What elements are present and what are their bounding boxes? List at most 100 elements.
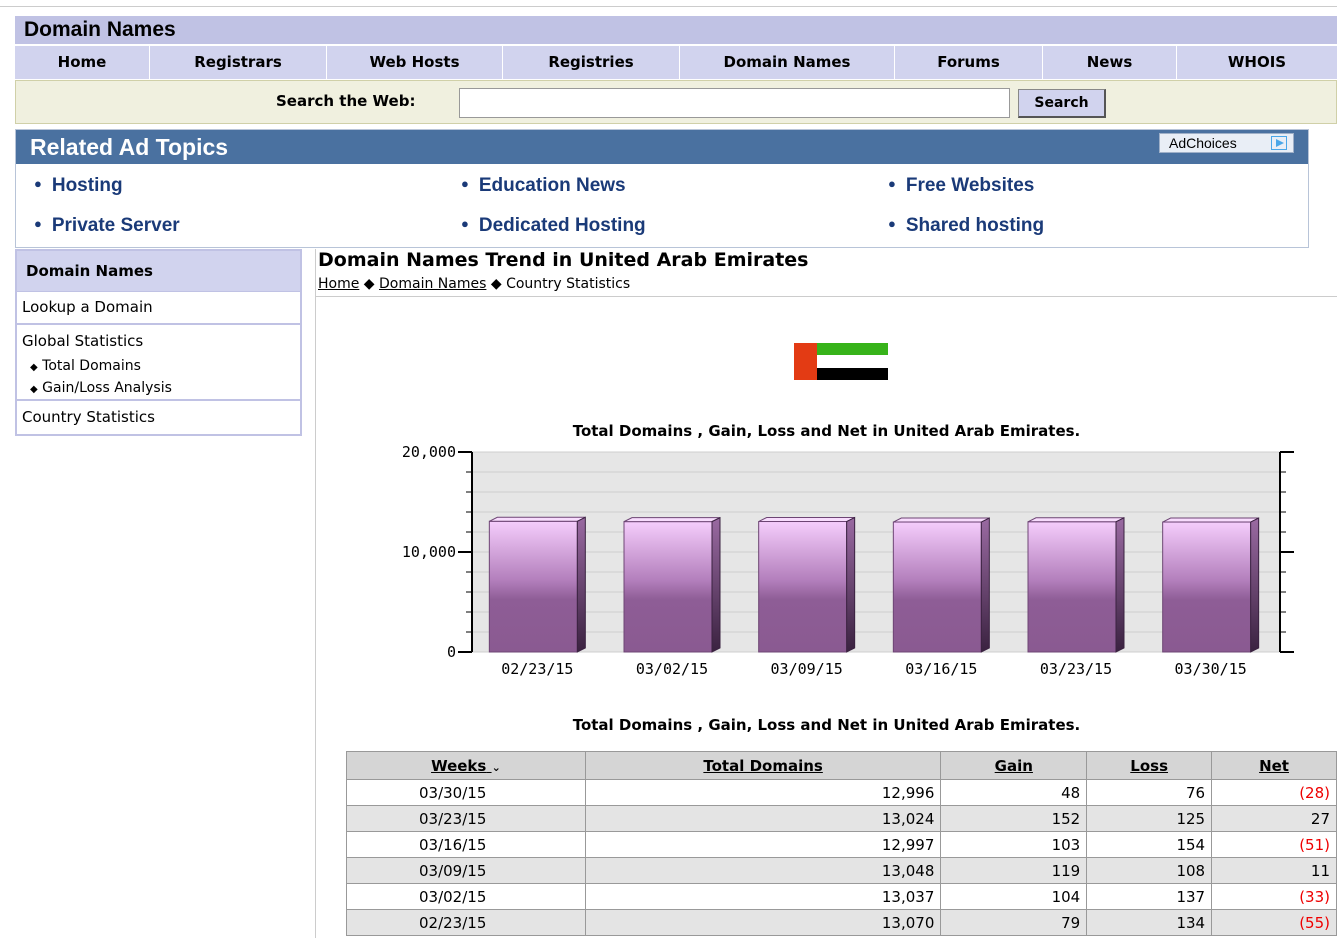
cell-week: 03/16/15 bbox=[346, 831, 586, 858]
nav-whois[interactable]: WHOIS bbox=[1177, 46, 1337, 79]
th-total-domains[interactable]: Total Domains bbox=[584, 751, 942, 780]
ad-link-shared-hosting[interactable]: ● Shared hosting bbox=[888, 215, 1044, 237]
bullet-icon: ● bbox=[888, 176, 896, 191]
table-title: Total Domains , Gain, Loss and Net in Un… bbox=[572, 716, 1081, 734]
ad-link-education-news[interactable]: ● Education News bbox=[461, 175, 626, 197]
table-row: 03/16/15 12,997 103 154 (51) bbox=[346, 831, 1337, 858]
bar-top bbox=[489, 516, 586, 522]
ad-link-hosting[interactable]: ● Hosting bbox=[34, 175, 123, 197]
cell-loss: 137 bbox=[1086, 883, 1213, 910]
ad-link-label: Dedicated Hosting bbox=[478, 215, 646, 236]
nav-news[interactable]: News bbox=[1043, 46, 1177, 79]
nav-registries[interactable]: Registries bbox=[503, 46, 680, 79]
adchoices-button[interactable]: AdChoices bbox=[1159, 133, 1294, 153]
domains-table: Weeks ⌄ Total Domains Gain Loss Net 03/3… bbox=[346, 751, 1337, 936]
ad-topics-box: Related Ad Topics AdChoices ● Hosting ● Ed… bbox=[15, 129, 1309, 248]
diamond-bullet-icon: ◆ bbox=[30, 362, 38, 373]
sidebar-item-global-statistics[interactable]: Global Statistics bbox=[22, 331, 300, 351]
table-row: 03/23/15 13,024 152 125 27 bbox=[346, 805, 1337, 832]
th-weeks[interactable]: Weeks ⌄ bbox=[346, 751, 586, 780]
table-row: 03/02/15 13,037 104 137 (33) bbox=[346, 883, 1337, 910]
bar bbox=[892, 521, 982, 653]
nav-domain-names[interactable]: Domain Names bbox=[680, 46, 895, 79]
cell-gain: 48 bbox=[940, 779, 1088, 806]
nav-web-hosts[interactable]: Web Hosts bbox=[327, 46, 503, 79]
search-button[interactable]: Search bbox=[1018, 89, 1106, 118]
bar bbox=[758, 521, 848, 653]
sidebar-subitem-label: Gain/Loss Analysis bbox=[42, 380, 172, 396]
sidebar-subitem-total-domains[interactable]: ◆ Total Domains bbox=[22, 356, 300, 378]
th-loss[interactable]: Loss bbox=[1086, 751, 1213, 780]
ad-topics-header: Related Ad Topics AdChoices bbox=[16, 130, 1308, 164]
sidebar-subitem-label: Total Domains bbox=[42, 358, 141, 374]
bar-side bbox=[1250, 517, 1260, 653]
nav-registrars[interactable]: Registrars bbox=[150, 46, 327, 79]
table-row: 03/09/15 13,048 119 108 11 bbox=[346, 857, 1337, 884]
breadcrumb-domain-names[interactable]: Domain Names bbox=[379, 276, 486, 292]
top-divider bbox=[0, 6, 1337, 7]
cell-net: (33) bbox=[1211, 883, 1337, 910]
sidebar-item-country-statistics[interactable]: Country Statistics bbox=[17, 401, 300, 434]
cell-total: 13,024 bbox=[584, 805, 942, 832]
bar-chart: 20,000 10,000 0 02/23/15 03/02/15 03/09/15 03/… bbox=[402, 443, 1294, 678]
breadcrumb-separator-icon: ◆ bbox=[363, 276, 375, 292]
bar-side bbox=[711, 516, 721, 653]
th-net[interactable]: Net bbox=[1211, 751, 1337, 780]
diamond-bullet-icon: ◆ bbox=[30, 384, 38, 395]
nav-home[interactable]: Home bbox=[15, 46, 150, 79]
cell-loss: 125 bbox=[1086, 805, 1213, 832]
bar bbox=[488, 520, 578, 653]
y-tick-label: 10,000 bbox=[402, 543, 456, 561]
adchoices-icon bbox=[1271, 136, 1287, 150]
sidebar-section-global: Global Statistics ◆ Total Domains ◆ Gain… bbox=[17, 325, 300, 401]
cell-net: 11 bbox=[1211, 857, 1337, 884]
sidebar: Domain Names Lookup a Domain Global Stat… bbox=[15, 249, 302, 436]
cell-gain: 103 bbox=[940, 831, 1088, 858]
cell-net: (55) bbox=[1211, 909, 1337, 936]
x-tick-label: 03/02/15 bbox=[636, 660, 708, 678]
ad-topics-title: Related Ad Topics bbox=[30, 134, 229, 160]
sidebar-title: Domain Names bbox=[17, 251, 300, 292]
cell-loss: 154 bbox=[1086, 831, 1213, 858]
table-header-row: Weeks ⌄ Total Domains Gain Loss Net bbox=[346, 751, 1337, 780]
th-gain[interactable]: Gain bbox=[940, 751, 1088, 780]
x-tick-label: 03/30/15 bbox=[1175, 660, 1247, 678]
breadcrumb: Home ◆ Domain Names ◆ Country Statistics bbox=[318, 276, 630, 292]
y-tick-label: 0 bbox=[447, 643, 456, 661]
breadcrumb-separator-icon: ◆ bbox=[490, 276, 502, 292]
page-title: Domain Names Trend in United Arab Emirat… bbox=[318, 249, 809, 271]
breadcrumb-current: Country Statistics bbox=[506, 276, 631, 292]
ad-link-free-websites[interactable]: ● Free Websites bbox=[888, 175, 1034, 197]
bar-side bbox=[576, 516, 586, 653]
adchoices-label: AdChoices bbox=[1169, 135, 1237, 151]
nav-forums[interactable]: Forums bbox=[895, 46, 1043, 79]
cell-total: 13,048 bbox=[584, 857, 942, 884]
bullet-icon: ● bbox=[34, 216, 42, 231]
search-input[interactable] bbox=[459, 88, 1010, 118]
site-header: Domain Names bbox=[15, 16, 1337, 44]
cell-total: 13,037 bbox=[584, 883, 942, 910]
ad-link-dedicated-hosting[interactable]: ● Dedicated Hosting bbox=[461, 215, 646, 237]
breadcrumb-home[interactable]: Home bbox=[318, 276, 359, 292]
cell-gain: 104 bbox=[940, 883, 1088, 910]
th-label: Weeks bbox=[431, 756, 487, 775]
bar bbox=[1162, 521, 1252, 653]
sidebar-item-lookup[interactable]: Lookup a Domain bbox=[17, 292, 300, 325]
cell-loss: 134 bbox=[1086, 909, 1213, 936]
sidebar-subitem-gain-loss[interactable]: ◆ Gain/Loss Analysis bbox=[22, 378, 300, 400]
cell-net: (51) bbox=[1211, 831, 1337, 858]
bullet-icon: ● bbox=[888, 216, 896, 231]
table-row: 02/23/15 13,070 79 134 (55) bbox=[346, 909, 1337, 936]
cell-total: 12,997 bbox=[584, 831, 942, 858]
cell-gain: 119 bbox=[940, 857, 1088, 884]
x-tick-label: 03/23/15 bbox=[1040, 660, 1112, 678]
bar-top bbox=[1162, 517, 1259, 523]
ad-link-label: Shared hosting bbox=[905, 215, 1045, 236]
sort-chevron-down-icon: ⌄ bbox=[491, 760, 501, 774]
search-bar: Search the Web: Search bbox=[15, 80, 1337, 124]
ad-link-label: Education News bbox=[478, 175, 626, 196]
ad-link-private-server[interactable]: ● Private Server bbox=[34, 215, 180, 237]
cell-week: 03/23/15 bbox=[346, 805, 586, 832]
ad-link-label: Free Websites bbox=[905, 175, 1035, 196]
title-divider bbox=[316, 296, 1337, 297]
